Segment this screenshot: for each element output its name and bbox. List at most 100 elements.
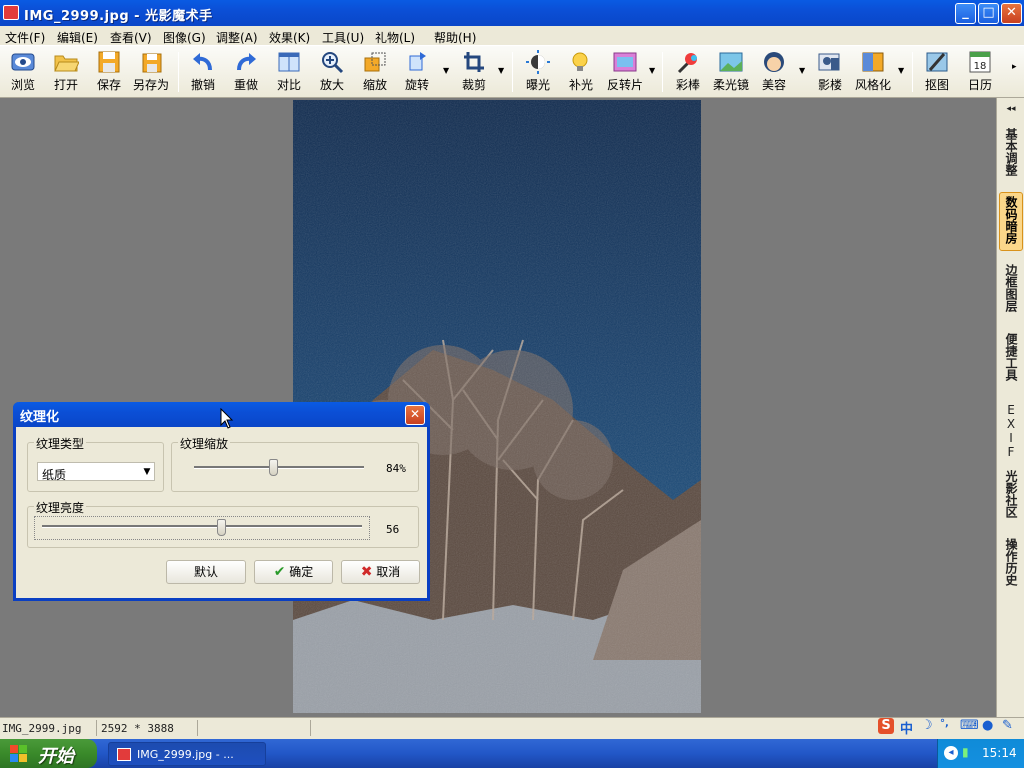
texture-type-value: 纸质 — [42, 468, 67, 482]
windows-logo-icon — [10, 745, 27, 762]
crop-dropdown-icon[interactable]: ▼ — [498, 66, 504, 75]
crop-button[interactable]: 裁剪 — [456, 48, 492, 96]
resize-button[interactable]: 缩放 — [357, 48, 393, 96]
menu-tools[interactable]: 工具(U) — [322, 29, 364, 46]
cutout-icon — [924, 50, 950, 74]
panel-collapse-button[interactable]: ◂◂ — [999, 102, 1023, 116]
menu-gifts[interactable]: 礼物(L) — [375, 29, 415, 46]
resize-icon — [362, 50, 388, 74]
cancel-button[interactable]: ✖ 取消 — [341, 560, 420, 584]
status-dimensions: 2592 * 3888 — [101, 722, 174, 735]
reversal-film-button[interactable]: 反转片 — [604, 48, 646, 96]
tab-border-layers[interactable]: 边框图层 — [999, 264, 1023, 315]
app-logo-icon — [117, 748, 131, 761]
keyboard-icon[interactable]: ⌨ — [960, 718, 979, 733]
menu-adjust[interactable]: 调整(A) — [216, 29, 258, 46]
title-bar[interactable]: IMG_2999.jpg - 光影魔术手 _ □ ✕ — [0, 0, 1024, 26]
tab-history[interactable]: 操作历史 — [999, 538, 1023, 589]
browse-button[interactable]: 浏览 — [4, 48, 42, 96]
check-icon: ✔ — [273, 564, 286, 580]
compare-button[interactable]: 对比 — [271, 48, 307, 96]
user-icon[interactable]: ● — [982, 718, 993, 733]
tab-exif[interactable]: EXIF — [999, 403, 1023, 462]
toolbar-separator — [178, 52, 179, 92]
close-button[interactable]: ✕ — [1001, 3, 1022, 24]
exposure-button[interactable]: 曝光 — [520, 48, 556, 96]
fill-light-icon — [568, 50, 594, 74]
default-button[interactable]: 默认 — [166, 560, 246, 584]
tray-expand-icon[interactable]: ◂ — [944, 746, 958, 760]
tab-digital-darkroom[interactable]: 数码暗房 — [999, 192, 1023, 251]
redo-icon — [233, 50, 259, 74]
start-label: 开始 — [38, 746, 74, 767]
sogou-logo-icon[interactable]: S — [878, 718, 894, 734]
moon-icon[interactable]: ☽ — [921, 718, 933, 733]
menu-file[interactable]: 文件(F) — [5, 29, 45, 46]
rotate-button[interactable]: 旋转 — [399, 48, 435, 96]
texture-scale-value: 84% — [386, 462, 406, 475]
fill-light-button[interactable]: 补光 — [563, 48, 599, 96]
signal-icon[interactable]: ▮ — [962, 745, 969, 759]
film-dropdown-icon[interactable]: ▼ — [649, 66, 655, 75]
studio-button[interactable]: 影楼 — [812, 48, 848, 96]
tab-label: 边框图层 — [1004, 264, 1018, 312]
ime-mode-toggle[interactable]: 中 — [900, 718, 913, 737]
cutout-button[interactable]: 抠图 — [919, 48, 955, 96]
menu-view[interactable]: 查看(V) — [110, 29, 152, 46]
window-title: IMG_2999.jpg - 光影魔术手 — [24, 9, 213, 24]
zoom-in-button[interactable]: 放大 — [314, 48, 350, 96]
save-icon — [96, 50, 122, 74]
clock[interactable]: 15:14 — [982, 746, 1017, 760]
status-filename: IMG_2999.jpg — [2, 722, 82, 735]
wrench-icon[interactable]: ✎ — [1002, 718, 1013, 733]
texturize-dialog: 纹理化 ✕ 纹理类型 纸质 ▼ 纹理缩放 84% 纹理亮度 56 默认 ✔ 确定… — [13, 402, 430, 601]
tab-basic-adjust[interactable]: 基本调整 — [999, 128, 1023, 179]
dialog-close-button[interactable]: ✕ — [405, 405, 425, 425]
save-button[interactable]: 保存 — [91, 48, 127, 96]
ok-button[interactable]: ✔ 确定 — [254, 560, 333, 584]
rotate-dropdown-icon[interactable]: ▼ — [443, 66, 449, 75]
tab-community[interactable]: 光影社区 — [999, 470, 1023, 521]
texture-scale-track[interactable] — [194, 466, 364, 469]
minimize-button[interactable]: _ — [955, 3, 976, 24]
tab-quick-tools[interactable]: 便捷工具 — [999, 333, 1023, 384]
stylize-button[interactable]: 风格化 — [853, 48, 893, 96]
menu-effects[interactable]: 效果(K) — [269, 29, 310, 46]
maximize-button[interactable]: □ — [978, 3, 999, 24]
texture-brightness-track[interactable] — [42, 525, 362, 528]
stylize-dropdown-icon[interactable]: ▼ — [898, 66, 904, 75]
soft-light-button[interactable]: 柔光镜 — [711, 48, 751, 96]
status-divider — [310, 720, 311, 736]
beauty-dropdown-icon[interactable]: ▼ — [799, 66, 805, 75]
texture-brightness-slider[interactable] — [217, 519, 227, 536]
toolbar-separator — [662, 52, 663, 92]
soft-light-icon — [718, 50, 744, 74]
tab-label: 光影社区 — [1004, 470, 1018, 518]
undo-icon — [190, 50, 216, 74]
calendar-day: 18 — [974, 61, 987, 72]
open-button[interactable]: 打开 — [48, 48, 84, 96]
save-as-button[interactable]: 另存为 — [132, 48, 170, 96]
texture-scale-slider[interactable] — [268, 459, 278, 476]
toolbar-more-icon[interactable]: ▸ — [1012, 62, 1017, 72]
beauty-button[interactable]: 美容 — [756, 48, 792, 96]
zoom-in-icon — [319, 50, 345, 74]
texture-type-label: 纹理类型 — [34, 435, 87, 452]
redo-button[interactable]: 重做 — [228, 48, 264, 96]
calendar-button[interactable]: 18 日历 — [962, 48, 998, 96]
taskbar-item-app[interactable]: IMG_2999.jpg - ... — [108, 742, 266, 766]
cancel-label: 取消 — [376, 565, 401, 579]
right-panel: ◂◂ 基本调整 数码暗房 边框图层 便捷工具 EXIF 光影社区 操作历史 — [996, 98, 1024, 717]
punctuation-icon[interactable]: °, — [940, 718, 949, 729]
save-as-icon — [138, 50, 164, 74]
start-button[interactable]: 开始 — [0, 739, 97, 768]
rotate-icon — [404, 50, 430, 74]
menu-edit[interactable]: 编辑(E) — [57, 29, 98, 46]
menu-image[interactable]: 图像(G) — [163, 29, 206, 46]
texture-brightness-value: 56 — [386, 523, 400, 536]
undo-button[interactable]: 撤销 — [185, 48, 221, 96]
color-wand-button[interactable]: 彩棒 — [670, 48, 706, 96]
tab-label: 操作历史 — [1004, 538, 1018, 586]
texture-type-select[interactable]: 纸质 ▼ — [37, 462, 155, 482]
menu-help[interactable]: 帮助(H) — [434, 29, 476, 46]
